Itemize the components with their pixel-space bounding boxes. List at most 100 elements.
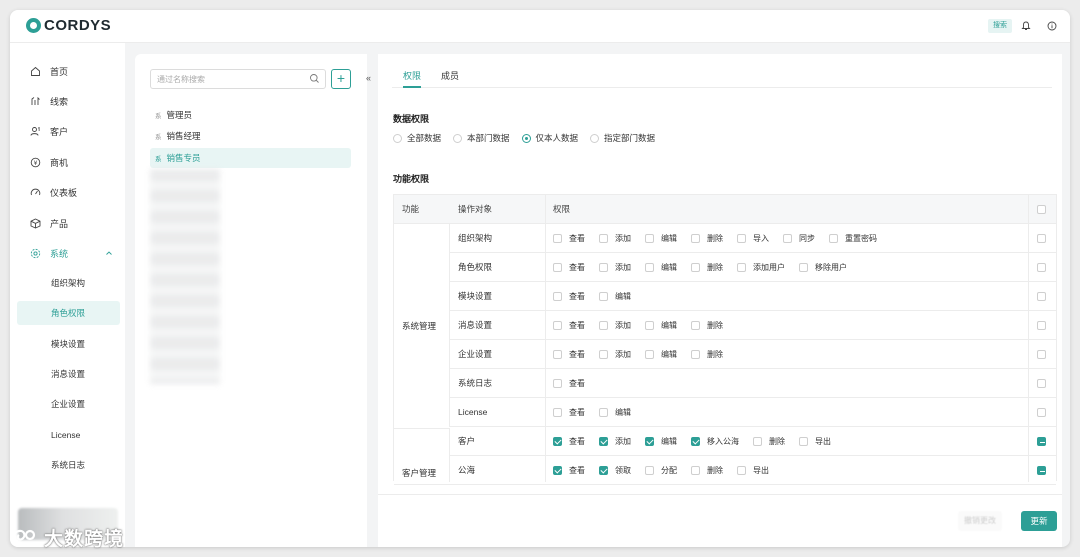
permission-checkbox[interactable] (691, 350, 700, 359)
tab-permissions[interactable]: 权限 (403, 66, 422, 88)
row-select-checkbox[interactable] (1037, 379, 1046, 388)
permission-checkbox[interactable] (553, 350, 562, 359)
row-select-checkbox[interactable] (1037, 321, 1046, 330)
permission-option[interactable]: 编辑 (645, 320, 677, 331)
permission-option[interactable]: 添加 (599, 436, 631, 447)
permission-option[interactable]: 编辑 (645, 349, 677, 360)
permission-option[interactable]: 删除 (691, 262, 723, 273)
role-item-sales-manager[interactable]: 系 销售经理 (150, 126, 351, 146)
permission-checkbox[interactable] (553, 379, 562, 388)
permission-checkbox[interactable] (645, 263, 654, 272)
permission-checkbox[interactable] (737, 263, 746, 272)
sidebar-item-home[interactable]: 首页 (10, 60, 125, 82)
permission-option[interactable]: 编辑 (645, 262, 677, 273)
permission-checkbox[interactable] (599, 437, 608, 446)
permission-option[interactable]: 编辑 (645, 436, 677, 447)
permission-checkbox[interactable] (599, 466, 608, 475)
permission-checkbox[interactable] (783, 234, 792, 243)
chevron-up-icon[interactable] (105, 249, 113, 259)
permission-checkbox[interactable] (553, 437, 562, 446)
permission-checkbox[interactable] (599, 321, 608, 330)
permission-checkbox[interactable] (691, 263, 700, 272)
permission-option[interactable]: 导出 (737, 465, 769, 476)
permission-option[interactable]: 分配 (645, 465, 677, 476)
sidebar-item-clues[interactable]: 线索 (10, 90, 125, 112)
permission-checkbox[interactable] (553, 466, 562, 475)
permission-option[interactable]: 查看 (553, 262, 585, 273)
permission-option[interactable]: 重置密码 (829, 233, 877, 244)
permission-checkbox[interactable] (599, 292, 608, 301)
row-select-checkbox[interactable] (1037, 350, 1046, 359)
sidebar-item-products[interactable]: 产品 (10, 212, 125, 234)
row-select-checkbox[interactable] (1037, 234, 1046, 243)
radio-specified-dept-data[interactable]: 指定部门数据 (590, 132, 655, 144)
row-select-checkbox[interactable] (1037, 292, 1046, 301)
permission-option[interactable]: 删除 (691, 320, 723, 331)
permission-checkbox[interactable] (691, 466, 700, 475)
permission-checkbox[interactable] (553, 234, 562, 243)
row-select-checkbox[interactable] (1037, 263, 1046, 272)
permission-checkbox[interactable] (829, 234, 838, 243)
permission-option[interactable]: 查看 (553, 436, 585, 447)
permission-checkbox[interactable] (599, 408, 608, 417)
permission-checkbox[interactable] (691, 321, 700, 330)
role-item-sales-rep[interactable]: 系 销售专员 (150, 148, 351, 168)
permission-checkbox[interactable] (691, 437, 700, 446)
permission-checkbox[interactable] (645, 321, 654, 330)
permission-checkbox[interactable] (737, 234, 746, 243)
header-search-button[interactable]: 搜索 (988, 19, 1012, 33)
permission-option[interactable]: 添加用户 (737, 262, 785, 273)
role-search-input[interactable] (151, 70, 301, 88)
sidebar-subitem-logs[interactable]: 系统日志 (17, 453, 120, 477)
permission-option[interactable]: 编辑 (645, 233, 677, 244)
radio-self-data[interactable]: 仅本人数据 (521, 132, 578, 144)
permission-checkbox[interactable] (599, 263, 608, 272)
permission-checkbox[interactable] (553, 292, 562, 301)
sidebar-subitem-messages[interactable]: 消息设置 (17, 362, 120, 386)
permission-option[interactable]: 移除用户 (799, 262, 847, 273)
permission-option[interactable]: 删除 (691, 465, 723, 476)
row-select-checkbox[interactable] (1037, 437, 1046, 446)
permission-checkbox[interactable] (645, 350, 654, 359)
permission-option[interactable]: 添加 (599, 233, 631, 244)
bell-icon[interactable] (1020, 20, 1032, 32)
permission-option[interactable]: 查看 (553, 320, 585, 331)
permission-option[interactable]: 查看 (553, 465, 585, 476)
permission-checkbox[interactable] (645, 437, 654, 446)
permission-option[interactable]: 查看 (553, 349, 585, 360)
search-icon[interactable] (309, 73, 320, 86)
sidebar-subitem-org[interactable]: 组织架构 (17, 271, 120, 295)
logo[interactable]: CORDYS (26, 17, 111, 34)
permission-option[interactable]: 删除 (691, 233, 723, 244)
add-role-button[interactable]: + (331, 69, 351, 89)
info-icon[interactable] (1046, 20, 1058, 32)
permission-checkbox[interactable] (645, 234, 654, 243)
role-item-admin[interactable]: 系 管理员 (150, 105, 351, 125)
permission-option[interactable]: 删除 (691, 349, 723, 360)
permission-option[interactable]: 移入公海 (691, 436, 739, 447)
radio-all-data[interactable]: 全部数据 (393, 132, 441, 144)
sidebar-subitem-roles[interactable]: 角色权限 (17, 301, 120, 325)
permission-checkbox[interactable] (553, 321, 562, 330)
update-button[interactable]: 更新 (1021, 511, 1057, 531)
permission-option[interactable]: 领取 (599, 465, 631, 476)
permission-checkbox[interactable] (553, 408, 562, 417)
permission-option[interactable]: 同步 (783, 233, 815, 244)
row-select-checkbox[interactable] (1037, 408, 1046, 417)
permission-option[interactable]: 导入 (737, 233, 769, 244)
permission-option[interactable]: 查看 (553, 233, 585, 244)
select-all-checkbox[interactable] (1037, 205, 1046, 214)
collapse-panel-icon[interactable]: « (366, 73, 371, 83)
sidebar-item-dashboard[interactable]: 仪表板 (10, 181, 125, 203)
radio-dept-data[interactable]: 本部门数据 (453, 132, 510, 144)
permission-checkbox[interactable] (599, 234, 608, 243)
permission-checkbox[interactable] (553, 263, 562, 272)
permission-checkbox[interactable] (799, 437, 808, 446)
row-select-checkbox[interactable] (1037, 466, 1046, 475)
permission-checkbox[interactable] (799, 263, 808, 272)
permission-option[interactable]: 添加 (599, 320, 631, 331)
permission-option[interactable]: 查看 (553, 407, 585, 418)
permission-option[interactable]: 添加 (599, 349, 631, 360)
permission-option[interactable]: 删除 (753, 436, 785, 447)
sidebar-item-customers[interactable]: 客户 (10, 120, 125, 142)
